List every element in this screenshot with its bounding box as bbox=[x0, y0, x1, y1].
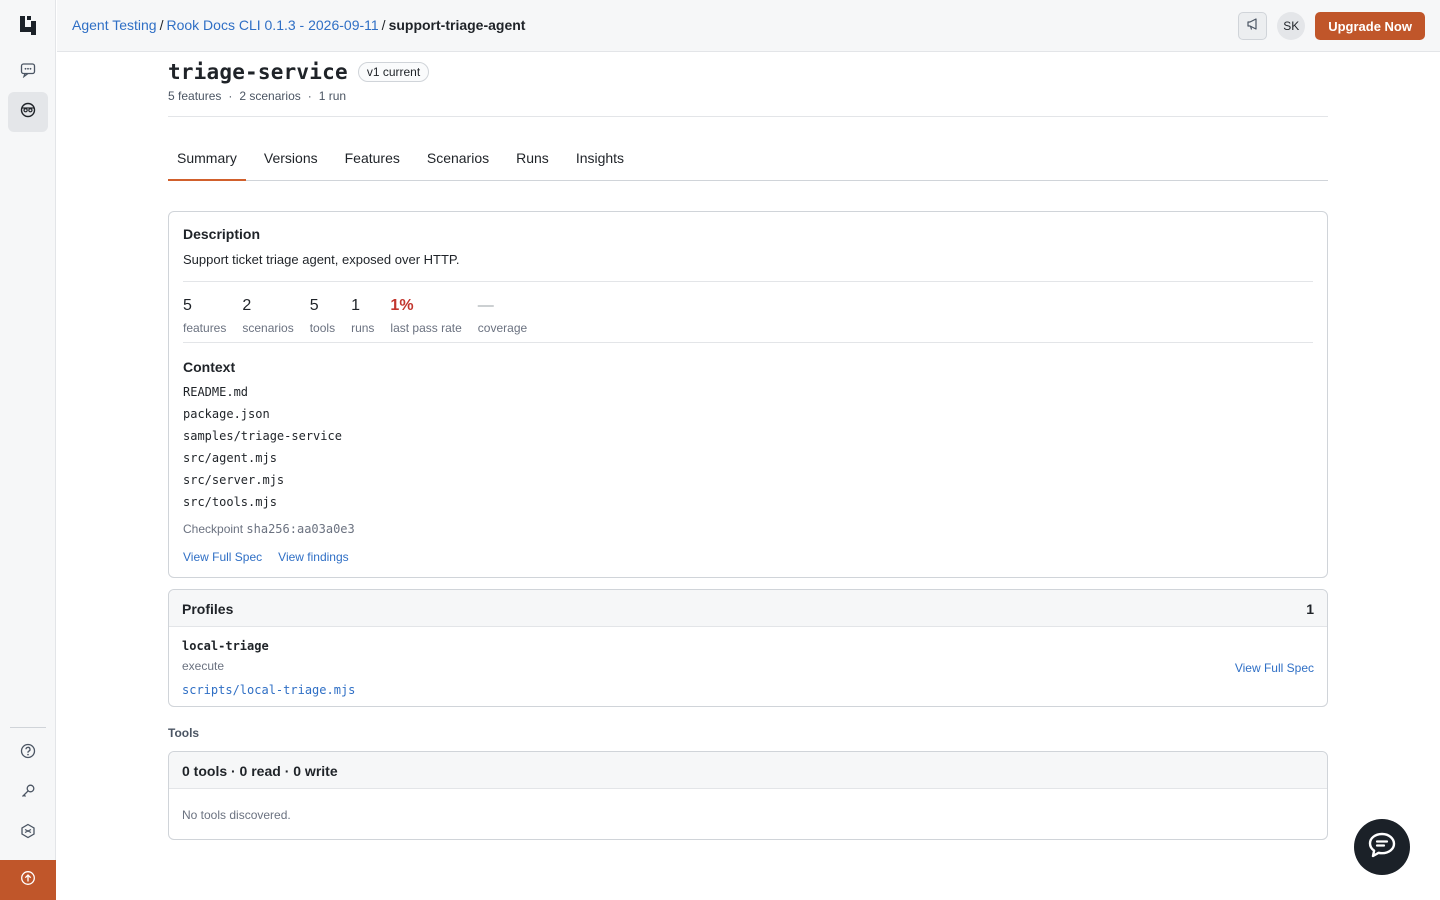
profile-script-link[interactable]: scripts/local-triage.mjs bbox=[182, 683, 355, 697]
stat-label: scenarios bbox=[242, 321, 294, 335]
rail-divider bbox=[10, 727, 46, 728]
profiles-card: Profiles 1 local-triage execute scripts/… bbox=[168, 589, 1328, 707]
nav-help-button[interactable] bbox=[8, 733, 48, 773]
stat-runs: 1 runs bbox=[351, 297, 374, 335]
tab-insights[interactable]: Insights bbox=[567, 140, 633, 181]
divider bbox=[183, 281, 1313, 282]
version-badge: v1 current bbox=[357, 62, 430, 82]
chat-icon bbox=[20, 62, 36, 83]
tools-summary: 0 tools · 0 read · 0 write bbox=[182, 763, 338, 779]
stat-pass-rate: 1% last pass rate bbox=[390, 297, 461, 335]
megaphone-icon bbox=[1246, 17, 1260, 36]
stat-value: — bbox=[477, 297, 494, 314]
profile-name: local-triage bbox=[182, 639, 269, 653]
tools-empty-state: No tools discovered. bbox=[182, 808, 291, 822]
nav-keys-button[interactable] bbox=[8, 773, 48, 813]
checkpoint-hash: sha256:aa03a0e3 bbox=[246, 522, 355, 536]
meta-separator: · bbox=[307, 89, 312, 103]
tab-runs[interactable]: Runs bbox=[507, 140, 558, 181]
divider bbox=[183, 342, 1313, 343]
summary-card: Description Support ticket triage agent,… bbox=[168, 211, 1328, 578]
support-chat-icon bbox=[1367, 831, 1397, 864]
context-file: src/server.mjs bbox=[183, 473, 285, 487]
tools-section-label: Tools bbox=[168, 726, 200, 740]
stat-label: coverage bbox=[477, 321, 528, 335]
stat-label: last pass rate bbox=[390, 321, 462, 335]
nav-integrations-button[interactable] bbox=[8, 813, 48, 853]
breadcrumb-separator: / bbox=[381, 17, 386, 33]
upgrade-icon bbox=[20, 870, 36, 891]
tools-card: 0 tools · 0 read · 0 write No tools disc… bbox=[168, 751, 1328, 840]
stat-label: features bbox=[183, 321, 227, 335]
stat-value: 5 bbox=[183, 297, 192, 314]
rail-upgrade-button[interactable] bbox=[0, 860, 56, 900]
profiles-count: 1 bbox=[1306, 601, 1314, 617]
checkpoint: Checkpoint sha256:aa03a0e3 bbox=[183, 522, 355, 536]
breadcrumb-agent-testing[interactable]: Agent Testing bbox=[72, 17, 157, 33]
stat-label: tools bbox=[309, 321, 336, 335]
stat-features: 5 features bbox=[183, 297, 226, 335]
profile-view-spec-link[interactable]: View Full Spec bbox=[1235, 661, 1314, 675]
tab-features[interactable]: Features bbox=[336, 140, 409, 181]
stat-label: runs bbox=[351, 321, 375, 335]
description-text: Support ticket triage agent, exposed ove… bbox=[183, 252, 460, 267]
meta-separator: · bbox=[228, 89, 233, 103]
logo-icon[interactable] bbox=[18, 15, 38, 35]
profiles-header: Profiles 1 bbox=[169, 590, 1327, 627]
upgrade-now-button[interactable]: Upgrade Now bbox=[1315, 12, 1425, 40]
service-meta: 5 features · 2 scenarios · 1 run bbox=[168, 89, 346, 103]
tab-versions[interactable]: Versions bbox=[255, 140, 327, 181]
page-title: triage-service bbox=[168, 60, 348, 84]
left-rail bbox=[0, 0, 56, 900]
context-file: src/agent.mjs bbox=[183, 451, 277, 465]
context-file: samples/triage-service bbox=[183, 429, 342, 443]
meta-scenarios: 2 scenarios bbox=[239, 89, 301, 103]
tab-bar: Summary Versions Features Scenarios Runs… bbox=[168, 140, 1328, 181]
context-file: src/tools.mjs bbox=[183, 495, 277, 509]
breadcrumb-current: support-triage-agent bbox=[388, 17, 526, 33]
avatar[interactable]: SK bbox=[1277, 12, 1306, 40]
integrations-icon bbox=[20, 823, 36, 844]
meta-features: 5 features bbox=[168, 89, 222, 103]
context-file: README.md bbox=[183, 385, 249, 399]
nav-agent-testing-button[interactable] bbox=[8, 92, 48, 132]
summary-links: View Full Spec View findings bbox=[183, 550, 349, 564]
context-file-list: README.md package.json samples/triage-se… bbox=[183, 385, 342, 517]
announcements-button[interactable] bbox=[1238, 12, 1268, 40]
checkpoint-label: Checkpoint bbox=[183, 522, 244, 536]
stat-scenarios: 2 scenarios bbox=[242, 297, 293, 335]
meta-runs: 1 run bbox=[318, 89, 347, 103]
breadcrumb-project[interactable]: Rook Docs CLI 0.1.3 - 2026-09-11 bbox=[166, 17, 378, 33]
tab-summary[interactable]: Summary bbox=[168, 140, 246, 181]
help-icon bbox=[20, 743, 36, 764]
view-full-spec-link[interactable]: View Full Spec bbox=[183, 550, 262, 564]
context-file: package.json bbox=[183, 407, 270, 421]
stat-tools: 5 tools bbox=[310, 297, 335, 335]
stat-value: 1 bbox=[351, 297, 360, 314]
breadcrumb-separator: / bbox=[159, 17, 164, 33]
profile-mode: execute bbox=[182, 659, 225, 673]
agent-icon bbox=[19, 101, 37, 124]
description-title: Description bbox=[183, 226, 261, 242]
stats-row: 5 features 2 scenarios 5 tools 1 runs 1% last… bbox=[183, 297, 527, 335]
nav-chat-button[interactable] bbox=[8, 52, 48, 92]
view-findings-link[interactable]: View findings bbox=[278, 550, 349, 564]
top-bar: Agent Testing / Rook Docs CLI 0.1.3 - 2026… bbox=[57, 0, 1440, 52]
stat-value: 1% bbox=[390, 297, 414, 314]
header-divider bbox=[168, 116, 1328, 117]
tools-header: 0 tools · 0 read · 0 write bbox=[169, 752, 1327, 789]
profiles-title: Profiles bbox=[182, 601, 234, 617]
stat-coverage: — coverage bbox=[478, 297, 527, 335]
context-title: Context bbox=[183, 359, 236, 375]
support-chat-button[interactable] bbox=[1354, 819, 1410, 875]
tab-scenarios[interactable]: Scenarios bbox=[418, 140, 498, 181]
stat-value: 2 bbox=[242, 297, 252, 314]
stat-value: 5 bbox=[309, 297, 319, 314]
breadcrumb: Agent Testing / Rook Docs CLI 0.1.3 - 2026… bbox=[72, 17, 525, 33]
key-icon bbox=[20, 783, 36, 804]
